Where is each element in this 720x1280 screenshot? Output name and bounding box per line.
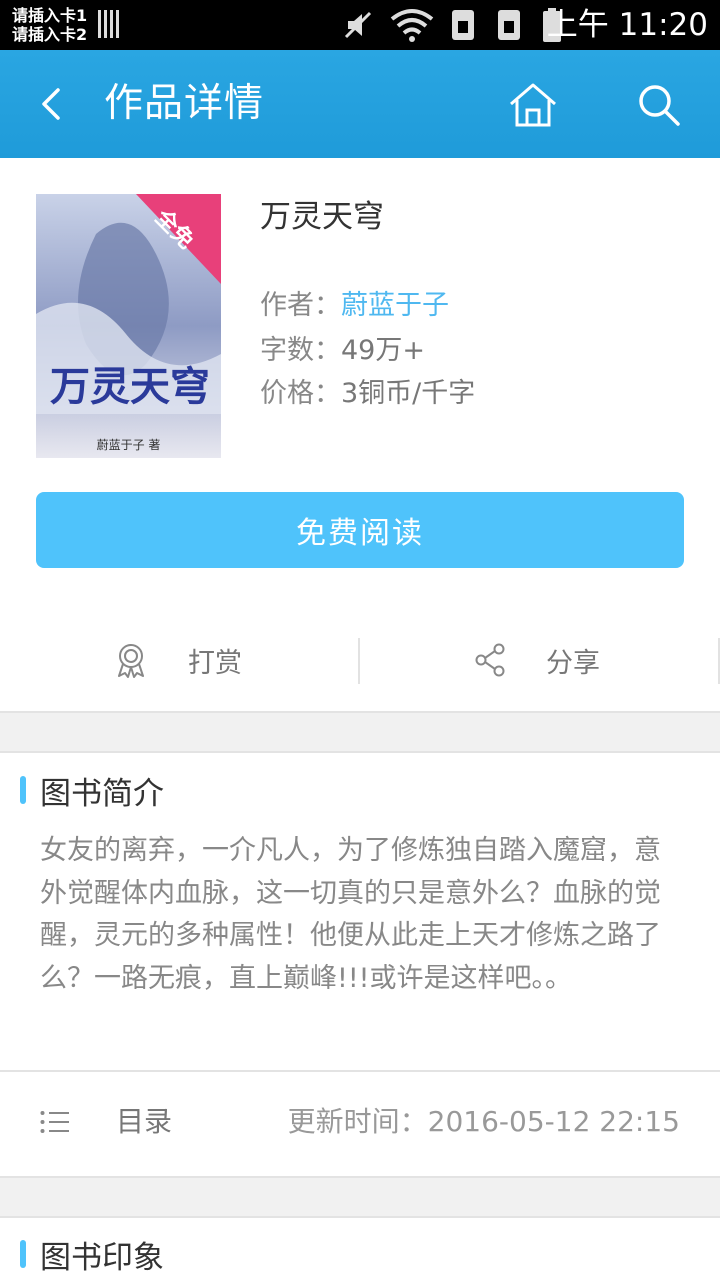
search-icon[interactable] — [636, 82, 682, 128]
author-label: 作者： — [260, 290, 341, 321]
impression-section-title: 图书印象 — [20, 1232, 164, 1276]
signal-icon — [98, 10, 122, 38]
reward-label: 打赏 — [188, 647, 242, 679]
sim-card-icon — [452, 10, 474, 40]
free-read-button[interactable]: 免费阅读 — [36, 492, 684, 568]
price-value: 3铜币/千字 — [341, 378, 476, 409]
action-row: 打赏 分享 — [0, 620, 720, 700]
price-label: 价格： — [260, 378, 341, 409]
section-accent-bar-2 — [20, 1240, 26, 1268]
sim-card-icon-2 — [498, 10, 520, 40]
page-title: 作品详情 — [104, 81, 265, 126]
section-gap — [0, 711, 720, 753]
section-accent-bar — [20, 776, 26, 804]
reward-button[interactable]: 打赏 — [114, 620, 242, 700]
book-cover[interactable]: 全免 万灵天穹 蔚蓝于子 著 — [36, 194, 221, 458]
words-row: 字数：49万+ — [260, 333, 425, 369]
status-bar: 请插入卡1 请插入卡2 上午 11:20 — [0, 0, 720, 50]
intro-title: 图书简介 — [40, 775, 164, 812]
mute-icon — [344, 11, 372, 39]
intro-section-title: 图书简介 — [20, 768, 164, 812]
back-icon[interactable] — [34, 84, 74, 124]
words-label: 字数： — [260, 335, 341, 366]
status-icons — [340, 6, 564, 44]
home-icon[interactable] — [508, 80, 558, 130]
award-icon — [118, 644, 144, 678]
price-row: 价格：3铜币/千字 — [260, 376, 475, 412]
sim-status: 请插入卡1 请插入卡2 — [12, 6, 87, 44]
book-name: 万灵天穹 — [260, 199, 384, 235]
update-time: 更新时间：2016-05-12 22:15 — [287, 1105, 680, 1138]
sim1-text: 请插入卡1 — [12, 6, 88, 25]
share-icon — [475, 643, 505, 677]
intro-text: 女友的离弃，一介凡人，为了修炼独自踏入魔窟，意外觉醒体内血脉，这一切真的只是意外… — [40, 835, 661, 994]
app-bar: 作品详情 — [0, 50, 720, 158]
share-button[interactable]: 分享 — [474, 620, 600, 700]
toc-row[interactable]: 目录 更新时间：2016-05-12 22:15 — [0, 1072, 720, 1176]
list-icon — [40, 1111, 69, 1133]
author-link[interactable]: 蔚蓝于子 — [341, 290, 449, 321]
impression-title: 图书印象 — [40, 1239, 164, 1276]
wifi-icon — [390, 9, 434, 42]
share-label: 分享 — [546, 647, 600, 679]
cover-title: 万灵天穹 — [50, 363, 210, 410]
cover-author: 蔚蓝于子 著 — [96, 438, 161, 452]
words-value: 49万+ — [341, 335, 425, 366]
author-row: 作者：蔚蓝于子 — [260, 288, 449, 324]
sim2-text: 请插入卡2 — [12, 25, 88, 44]
action-divider — [358, 638, 360, 684]
clock: 上午 11:20 — [546, 7, 708, 43]
section-gap-2 — [0, 1176, 720, 1218]
toc-label: 目录 — [116, 1105, 173, 1138]
